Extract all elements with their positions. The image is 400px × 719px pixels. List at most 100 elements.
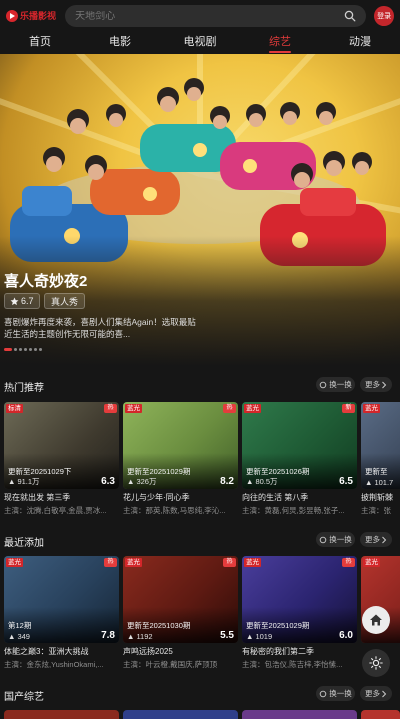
poster-image[interactable] xyxy=(4,710,119,719)
media-card[interactable]: 蓝光 热 更新至20251029期 ▲ 326万 8.2 花儿与少年·同心季 主演… xyxy=(123,402,238,516)
view-count: ▲ 326万 xyxy=(127,477,157,486)
search-input[interactable] xyxy=(75,10,345,22)
refresh-button[interactable]: 换一换 xyxy=(316,532,355,547)
flame-icon: ▲ xyxy=(246,632,254,641)
hot-row: 标清 热 更新至20251029下 ▲ 91.1万 6.3 现在就出发 第三季 主… xyxy=(4,402,400,517)
poster-image[interactable]: 蓝光 热 更新至20251029期 ▲ 326万 8.2 xyxy=(123,402,238,489)
card-title[interactable]: 花儿与少年·同心季 xyxy=(123,492,238,503)
carousel-dot[interactable] xyxy=(4,348,12,351)
card-title[interactable]: 声鸣远扬2025 xyxy=(123,646,238,657)
flame-icon: ▲ xyxy=(127,477,135,486)
more-button[interactable]: 更多 xyxy=(360,532,392,547)
refresh-button[interactable]: 换一换 xyxy=(316,686,355,701)
score: 8.2 xyxy=(220,476,234,487)
card-title[interactable]: 向往的生活 第八季 xyxy=(242,492,357,503)
poster-image[interactable]: 蓝光 热 第12期 ▲ 349 7.8 xyxy=(4,556,119,643)
poster-image[interactable] xyxy=(242,710,357,719)
carousel-dot[interactable] xyxy=(39,348,42,351)
poster-image[interactable]: 蓝光 更新至 ▲ 101.7 xyxy=(361,402,400,489)
poster-image[interactable]: 标清 热 更新至20251029下 ▲ 91.1万 6.3 xyxy=(4,402,119,489)
tab-variety[interactable]: 综艺 xyxy=(240,32,320,54)
top-bar: 乐播影视 登录 xyxy=(0,0,400,32)
sun-icon xyxy=(369,656,383,670)
poster-image[interactable] xyxy=(361,710,400,719)
hero-title[interactable]: 喜人奇妙夜2 xyxy=(4,270,87,291)
card-actors: 主演：黄磊,何炅,彭昱畅,张子... xyxy=(242,506,345,515)
app-logo[interactable]: 乐播影视 xyxy=(6,5,57,27)
hot-badge: 热 xyxy=(104,404,117,413)
card-actors: 主演：包浩仪,陈吉梓,李怡愫... xyxy=(242,660,343,669)
media-card[interactable]: 蓝光 更新至 ▲ 101.7 披荆斩棘 主演：张 xyxy=(361,402,400,516)
new-badge: 新 xyxy=(342,404,355,413)
tab-tv-series[interactable]: 电视剧 xyxy=(160,32,240,54)
quality-badge: 蓝光 xyxy=(244,404,261,413)
domestic-variety-row xyxy=(4,710,400,719)
carousel-dot[interactable] xyxy=(14,348,17,351)
refresh-icon xyxy=(320,690,327,697)
score: 5.5 xyxy=(220,630,234,641)
update-status: 更新至20251029期 xyxy=(246,621,310,630)
refresh-icon xyxy=(320,536,327,543)
media-card[interactable]: 蓝光 热 第12期 ▲ 349 7.8 体能之巅3：亚洲大挑战 主演：金东炫,Yu… xyxy=(4,556,119,670)
view-count: ▲ 349 xyxy=(8,632,30,641)
carousel-dot[interactable] xyxy=(24,348,27,351)
score: 6.5 xyxy=(339,476,353,487)
carousel-dot[interactable] xyxy=(29,348,32,351)
refresh-button[interactable]: 换一换 xyxy=(316,377,355,392)
card-title[interactable]: 现在就出发 第三季 xyxy=(4,492,119,503)
refresh-icon xyxy=(320,381,327,388)
hot-badge: 热 xyxy=(223,404,236,413)
section-title: 国产综艺 xyxy=(4,692,44,703)
star-icon xyxy=(10,297,19,305)
poster-image[interactable] xyxy=(123,710,238,719)
card-title[interactable]: 有秘密的我们第二季 xyxy=(242,646,357,657)
chevron-right-icon xyxy=(382,381,387,388)
category-tabs: 首页 电影 电视剧 综艺 动漫 xyxy=(0,32,400,54)
media-card[interactable]: 蓝光 热 更新至20251029期 ▲ 1019 6.0 有秘密的我们第二季 主演… xyxy=(242,556,357,670)
card-actors: 主演：那英,陈数,马思纯,李沁... xyxy=(123,506,226,515)
card-title[interactable]: 体能之巅3：亚洲大挑战 xyxy=(4,646,119,657)
poster-image[interactable]: 蓝光 热 更新至20251029期 ▲ 1019 6.0 xyxy=(242,556,357,643)
poster-image[interactable]: 蓝光 新 更新至20251026期 ▲ 80.5万 6.5 xyxy=(242,402,357,489)
view-count: ▲ 1019 xyxy=(246,632,273,641)
tab-movies[interactable]: 电影 xyxy=(80,32,160,54)
view-count: ▲ 101.7 xyxy=(365,478,394,487)
search-icon[interactable] xyxy=(344,10,356,22)
hero-rating-value: 6.7 xyxy=(21,296,34,306)
update-status: 第12期 xyxy=(8,621,32,630)
hero-rating-badge: 6.7 xyxy=(4,293,40,309)
quality-badge: 蓝光 xyxy=(125,558,142,567)
media-card[interactable]: 蓝光 新 更新至20251026期 ▲ 80.5万 6.5 向往的生活 第八季 主… xyxy=(242,402,357,516)
hot-badge: 热 xyxy=(104,558,117,567)
carousel-dot[interactable] xyxy=(34,348,37,351)
carousel-dot[interactable] xyxy=(19,348,22,351)
hot-badge: 热 xyxy=(223,558,236,567)
tab-anime[interactable]: 动漫 xyxy=(320,32,400,54)
more-button[interactable]: 更多 xyxy=(360,686,392,701)
more-button[interactable]: 更多 xyxy=(360,377,392,392)
home-floating-button[interactable] xyxy=(362,606,390,634)
carousel-indicator xyxy=(4,348,42,351)
media-card[interactable]: 标清 热 更新至20251029下 ▲ 91.1万 6.3 现在就出发 第三季 主… xyxy=(4,402,119,516)
quality-badge: 蓝光 xyxy=(363,558,380,567)
section-title: 热门推荐 xyxy=(4,383,44,394)
card-actors: 主演：叶云橙,戴国庆,萨顶顶 xyxy=(123,660,218,669)
poster-image[interactable]: 蓝光 热 更新至20251030期 ▲ 1192 5.5 xyxy=(123,556,238,643)
card-title[interactable]: 披荆斩棘 xyxy=(361,492,400,503)
view-count: ▲ 80.5万 xyxy=(246,477,278,486)
chevron-right-icon xyxy=(382,536,387,543)
section-header-recent: 最近添加 换一换 更多 xyxy=(0,532,400,549)
quality-badge: 蓝光 xyxy=(244,558,261,567)
media-card[interactable]: 蓝光 热 更新至20251030期 ▲ 1192 5.5 声鸣远扬2025 主演：… xyxy=(123,556,238,670)
search-bar[interactable] xyxy=(65,5,367,27)
section-title: 最近添加 xyxy=(4,538,44,549)
flame-icon: ▲ xyxy=(127,632,135,641)
login-button[interactable]: 登录 xyxy=(374,6,394,26)
card-actors: 主演：金东炫,YushinOkami,... xyxy=(4,660,104,669)
update-status: 更新至20251030期 xyxy=(127,621,191,630)
tab-home[interactable]: 首页 xyxy=(0,32,80,54)
hero-banner[interactable]: 喜人奇妙夜2 6.7 真人秀 喜剧爆炸再度来袭，喜剧人们集结Again！选取最贴… xyxy=(0,54,400,366)
theme-toggle-button[interactable] xyxy=(362,649,390,677)
section-header-hot: 热门推荐 换一换 更多 xyxy=(0,377,400,394)
quality-badge: 蓝光 xyxy=(363,404,380,413)
